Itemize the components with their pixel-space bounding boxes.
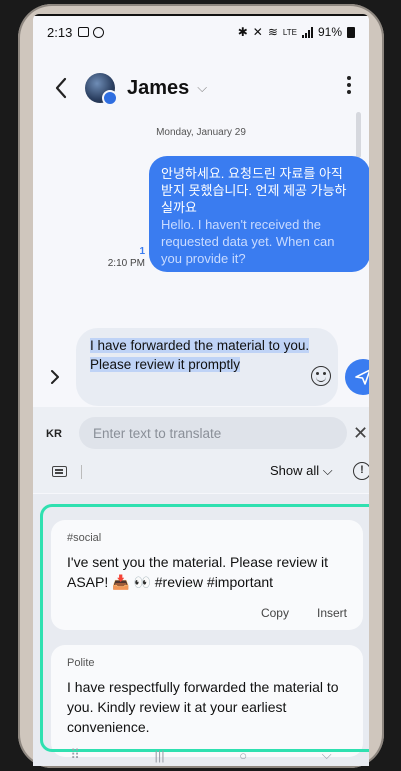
- hide-keyboard-icon[interactable]: ⌵: [322, 747, 332, 763]
- home-icon[interactable]: ○: [239, 748, 247, 763]
- show-all-button[interactable]: Show all ⌵: [270, 463, 333, 479]
- gallery-notification-icon: [78, 27, 90, 37]
- back-button[interactable]: [41, 68, 81, 108]
- network-type: LTE: [282, 27, 297, 37]
- expand-options-button[interactable]: [50, 369, 60, 390]
- close-translator-button[interactable]: ✕: [353, 423, 368, 444]
- send-icon: [355, 369, 369, 385]
- contact-name[interactable]: James: [127, 77, 189, 100]
- composer-text: I have forwarded the material to you. Pl…: [90, 338, 310, 372]
- date-separator: Monday, January 29: [156, 127, 246, 138]
- phone-screen: 2:13 ✱ ✕ ≋ LTE 91% James ⌵ Monday, Janua…: [33, 14, 369, 766]
- message-time: 2:10 PM: [107, 258, 145, 269]
- battery-icon: [347, 26, 355, 38]
- battery-percent: 91%: [317, 25, 342, 39]
- status-right-icons: ✱ ✕ ≋ LTE 91%: [238, 25, 355, 39]
- message-meta: 1 2:10 PM: [101, 246, 145, 270]
- status-time: 2:13: [47, 24, 73, 40]
- message-text-korean: 안녕하세요. 요청드린 자료를 아직 받지 못했습니다. 언제 제공 가능하실까…: [161, 166, 347, 215]
- wifi-icon: ≋: [267, 25, 278, 39]
- chevron-right-icon: [51, 370, 59, 384]
- keyboard-icon[interactable]: [52, 466, 67, 477]
- chevron-down-icon[interactable]: ⌵: [197, 80, 207, 96]
- conversation-header: James ⌵: [33, 66, 369, 110]
- sync-notification-icon: [93, 26, 105, 38]
- signal-icon: [301, 26, 313, 38]
- divider: [81, 465, 82, 479]
- translate-input[interactable]: [79, 417, 347, 449]
- navigation-bar: ⠿ ||| ○ ⌵: [33, 744, 369, 766]
- mute-icon: ✕: [252, 25, 263, 39]
- message-input[interactable]: I have forwarded the material to you. Pl…: [76, 328, 338, 406]
- send-button[interactable]: [345, 359, 369, 395]
- show-all-label: Show all: [270, 463, 320, 478]
- bluetooth-icon: ✱: [237, 25, 248, 39]
- keyboard-switch-icon[interactable]: ⠿: [70, 747, 80, 763]
- outgoing-message-bubble[interactable]: 안녕하세요. 요청드린 자료를 아직 받지 못했습니다. 언제 제공 가능하실까…: [149, 156, 369, 272]
- emoji-button[interactable]: [311, 366, 331, 386]
- translator-bar: KR ✕ Show all ⌵ !: [33, 407, 369, 493]
- language-chip[interactable]: KR: [46, 428, 62, 440]
- more-options-button[interactable]: [339, 76, 359, 100]
- status-left-icons: [78, 26, 105, 38]
- kebab-icon: [347, 76, 351, 94]
- status-bar: 2:13 ✱ ✕ ≋ LTE 91%: [33, 14, 369, 50]
- highlight-frame: [40, 504, 369, 752]
- unread-count: 1: [139, 246, 145, 257]
- message-text-english: Hello. I haven't received the requested …: [161, 217, 335, 266]
- avatar[interactable]: [85, 73, 118, 106]
- recent-apps-icon[interactable]: |||: [154, 748, 164, 763]
- chevron-down-icon: ⌵: [322, 463, 333, 478]
- chevron-left-icon: [55, 77, 67, 99]
- info-icon[interactable]: !: [353, 462, 369, 480]
